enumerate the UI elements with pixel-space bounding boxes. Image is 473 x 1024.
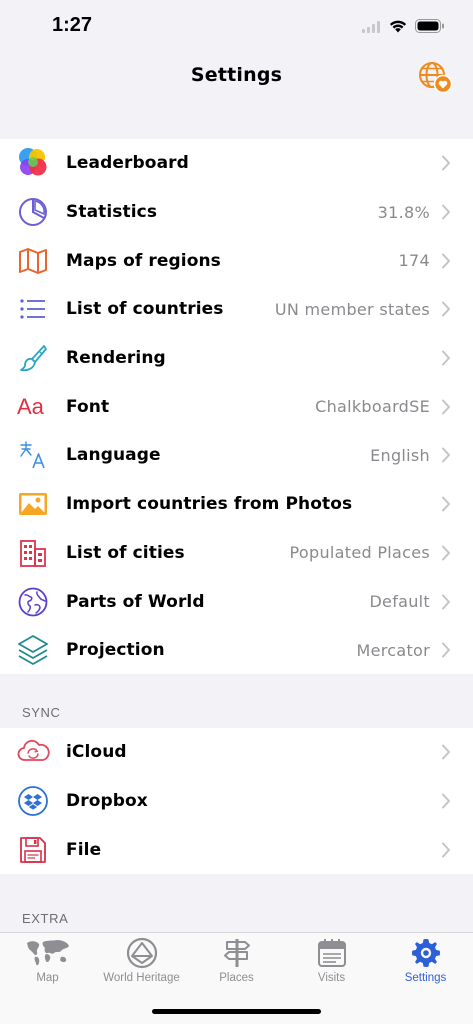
import-from-photos-row[interactable]: Import countries from Photos (0, 480, 473, 529)
tab-settings-label: Settings (404, 972, 447, 984)
signpost-icon (223, 939, 250, 967)
tab-places-label: Places (219, 972, 254, 984)
floppy-disk-icon (16, 833, 50, 867)
paintbrush-icon (16, 341, 50, 375)
chevron-right-icon (442, 545, 450, 561)
chevron-right-icon (442, 399, 450, 415)
globe-heart-icon[interactable] (417, 60, 453, 94)
chevron-right-icon (442, 350, 450, 366)
leaderboard-icon (16, 146, 50, 180)
chevron-right-icon (442, 301, 450, 317)
maps-of-regions-label: Maps of regions (66, 250, 221, 271)
language-row[interactable]: Language English (0, 431, 473, 480)
parts-of-world-label: Parts of World (66, 591, 205, 612)
dropbox-icon (16, 784, 50, 818)
rendering-label: Rendering (66, 348, 166, 369)
projection-label: Projection (66, 640, 165, 661)
language-label: Language (66, 445, 161, 466)
list-of-cities-value: Populated Places (289, 543, 430, 563)
chevron-right-icon (442, 155, 450, 171)
rendering-row[interactable]: Rendering (0, 334, 473, 383)
projection-value: Mercator (356, 640, 430, 660)
chevron-right-icon (442, 496, 450, 512)
font-row[interactable]: Aa Font ChalkboardSE (0, 382, 473, 431)
file-row[interactable]: File (0, 825, 473, 874)
calendar-icon (317, 939, 346, 967)
list-icon (16, 292, 50, 326)
chevron-right-icon (442, 594, 450, 610)
navigation-bar: Settings (0, 54, 473, 108)
sync-section-header: SYNC (22, 705, 61, 720)
maps-of-regions-row[interactable]: Maps of regions 174 (0, 236, 473, 285)
list-of-cities-label: List of cities (66, 542, 185, 563)
sync-group: iCloud Dropbox File (0, 728, 473, 874)
extra-section-header: EXTRA (22, 911, 69, 926)
icloud-row[interactable]: iCloud (0, 728, 473, 777)
language-icon (16, 438, 50, 472)
pie-chart-icon (16, 195, 50, 229)
font-label: Font (66, 396, 110, 417)
tab-places[interactable]: Places (189, 937, 284, 991)
leaderboard-row[interactable]: Leaderboard (0, 139, 473, 188)
list-of-countries-value: UN member states (274, 299, 430, 319)
chevron-right-icon (442, 793, 450, 809)
status-bar: 1:27 (0, 0, 473, 54)
statistics-value: 31.8% (377, 202, 430, 222)
font-value: ChalkboardSE (315, 397, 430, 417)
map-icon (16, 244, 50, 278)
page-title: Settings (190, 64, 283, 86)
battery-icon (415, 18, 445, 37)
dropbox-row[interactable]: Dropbox (0, 777, 473, 826)
gear-icon (411, 939, 440, 967)
chevron-right-icon (442, 253, 450, 269)
status-time: 1:27 (52, 14, 93, 36)
language-value: English (370, 445, 430, 465)
world-heritage-icon (126, 937, 157, 969)
icloud-label: iCloud (66, 742, 127, 763)
projection-row[interactable]: Projection Mercator (0, 626, 473, 675)
status-icons (362, 18, 445, 37)
statistics-label: Statistics (66, 202, 158, 223)
tab-world-heritage-label: World Heritage (103, 972, 180, 984)
leaderboard-label: Leaderboard (66, 153, 189, 174)
tab-visits-label: Visits (317, 972, 346, 984)
parts-of-world-row[interactable]: Parts of World Default (0, 577, 473, 626)
file-label: File (66, 839, 102, 860)
tab-map[interactable]: Map (0, 937, 95, 991)
world-map-icon (26, 940, 69, 966)
layers-icon (16, 633, 50, 667)
tab-world-heritage[interactable]: World Heritage (94, 937, 189, 991)
signal-icon (362, 18, 381, 37)
chevron-right-icon (442, 204, 450, 220)
tab-visits[interactable]: Visits (284, 937, 379, 991)
import-from-photos-label: Import countries from Photos (66, 494, 353, 515)
home-indicator (152, 1009, 321, 1014)
wifi-icon (389, 18, 407, 37)
dropbox-label: Dropbox (66, 791, 148, 812)
list-of-countries-row[interactable]: List of countries UN member states (0, 285, 473, 334)
font-icon: Aa (16, 390, 50, 424)
chevron-right-icon (442, 642, 450, 658)
settings-main-group: Leaderboard Statistics 31.8% Maps of reg… (0, 139, 473, 674)
svg-text:Aa: Aa (17, 394, 45, 419)
buildings-icon (16, 536, 50, 570)
chevron-right-icon (442, 744, 450, 760)
tab-map-label: Map (36, 972, 59, 984)
statistics-row[interactable]: Statistics 31.8% (0, 188, 473, 237)
chevron-right-icon (442, 447, 450, 463)
list-of-countries-label: List of countries (66, 299, 224, 320)
tab-settings[interactable]: Settings (378, 937, 473, 991)
globe-icon (16, 585, 50, 619)
icloud-sync-icon (16, 735, 50, 769)
photo-icon (16, 487, 50, 521)
chevron-right-icon (442, 842, 450, 858)
list-of-cities-row[interactable]: List of cities Populated Places (0, 529, 473, 578)
parts-of-world-value: Default (369, 592, 430, 612)
maps-of-regions-value: 174 (398, 251, 430, 271)
